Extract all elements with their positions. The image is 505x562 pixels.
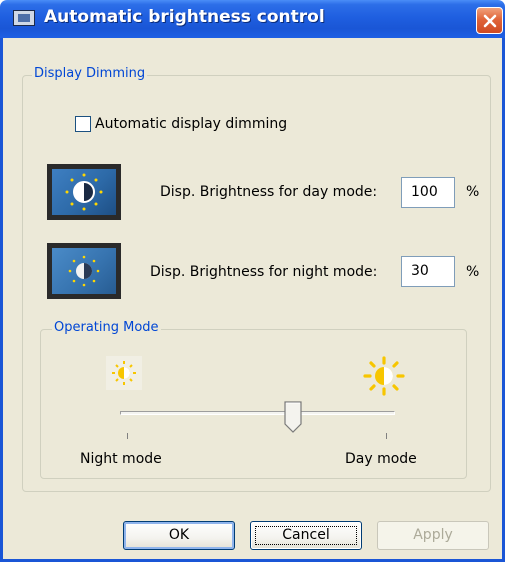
display-dimming-legend: Display Dimming: [32, 66, 148, 81]
night-brightness-label: Disp. Brightness for night mode:: [150, 264, 378, 280]
title-bar[interactable]: Automatic brightness control: [0, 0, 505, 38]
night-brightness-image: [47, 243, 121, 299]
day-brightness-input[interactable]: 100: [401, 177, 455, 208]
close-icon: [483, 14, 497, 28]
half-sun-icon: [65, 173, 103, 211]
day-tick: [386, 433, 387, 439]
focus-rectangle: [255, 526, 357, 545]
night-brightness-unit: %: [466, 264, 480, 280]
day-brightness-image: [47, 164, 121, 220]
operating-mode-slider-track[interactable]: [120, 411, 395, 415]
auto-dimming-checkbox[interactable]: [75, 116, 91, 132]
cancel-button[interactable]: Cancel: [250, 521, 362, 550]
dim-sun-icon: [68, 255, 100, 287]
day-brightness-label: Disp. Brightness for day mode:: [160, 184, 378, 200]
close-button[interactable]: [476, 7, 503, 34]
night-tick: [127, 433, 128, 439]
app-icon[interactable]: [13, 10, 35, 26]
ok-button[interactable]: OK: [123, 521, 235, 550]
operating-mode-legend: Operating Mode: [52, 320, 161, 335]
night-sun-icon: [106, 356, 142, 390]
day-sun-icon: [363, 356, 405, 396]
day-mode-label: Day mode: [345, 451, 417, 467]
apply-button[interactable]: Apply: [377, 521, 489, 550]
auto-dimming-label[interactable]: Automatic display dimming: [95, 116, 287, 132]
night-mode-label: Night mode: [80, 451, 162, 467]
operating-mode-slider-thumb[interactable]: [283, 400, 303, 434]
window-title: Automatic brightness control: [44, 7, 325, 27]
day-brightness-unit: %: [466, 184, 480, 200]
night-brightness-input[interactable]: 30: [401, 256, 455, 287]
